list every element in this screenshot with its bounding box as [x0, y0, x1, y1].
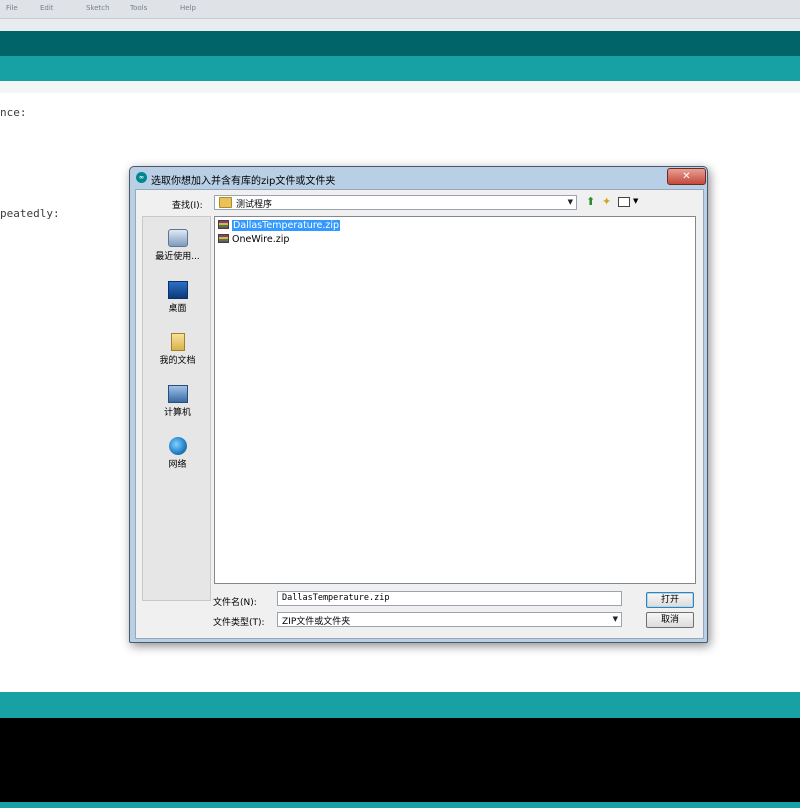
view-menu-icon[interactable]: [618, 197, 630, 207]
computer-icon: [167, 385, 188, 403]
file-name-input[interactable]: DallasTemperature.zip: [277, 591, 622, 606]
place-documents[interactable]: 我的文档: [143, 333, 212, 366]
up-folder-icon[interactable]: ⬆: [586, 195, 595, 209]
zip-file-icon: [218, 220, 229, 229]
place-label: 我的文档: [159, 356, 196, 366]
place-label: 最近使用...: [155, 252, 200, 262]
places-bar: 最近使用... 桌面 我的文档 计算机 网络: [142, 216, 211, 601]
place-recent[interactable]: 最近使用...: [143, 229, 212, 262]
ide-status-bar: [0, 802, 800, 808]
file-name-label: 文件名(N):: [213, 598, 257, 608]
chevron-down-icon: ▼: [567, 198, 573, 206]
new-folder-icon[interactable]: ✦: [602, 195, 611, 209]
network-icon: [168, 437, 187, 455]
file-type-label: 文件类型(T):: [213, 618, 265, 628]
cancel-button[interactable]: 取消: [646, 612, 694, 628]
desktop-icon: [167, 281, 188, 299]
chevron-down-icon: ▼: [612, 615, 618, 623]
place-label: 桌面: [168, 304, 187, 314]
open-button[interactable]: 打开: [646, 592, 694, 608]
menu-tools[interactable]: Tools: [130, 4, 147, 12]
ide-toolbar: [0, 31, 800, 56]
ide-console: [0, 718, 800, 802]
place-network[interactable]: 网络: [143, 437, 212, 470]
documents-icon: [170, 333, 185, 351]
arduino-icon: ∞: [136, 172, 147, 183]
zip-file-icon: [218, 234, 229, 243]
ide-menubar: File Edit Sketch Tools Help: [0, 0, 800, 19]
ide-tab-bar: [0, 56, 800, 81]
place-label: 网络: [168, 460, 187, 470]
list-item[interactable]: DallasTemperature.zip: [217, 219, 342, 232]
open-file-dialog: ∞ 选取你想加入并含有库的zip文件或文件夹 ✕ 查找(I): 测试程序 ▼ ⬆…: [129, 166, 708, 643]
file-list[interactable]: DallasTemperature.zip OneWire.zip: [214, 216, 696, 584]
place-computer[interactable]: 计算机: [143, 385, 212, 418]
menu-help[interactable]: Help: [180, 4, 196, 12]
code-line: nce:: [0, 106, 27, 119]
place-desktop[interactable]: 桌面: [143, 281, 212, 314]
look-in-dropdown[interactable]: 测试程序 ▼: [214, 195, 577, 210]
dialog-titlebar[interactable]: ∞ 选取你想加入并含有库的zip文件或文件夹 ✕: [130, 167, 707, 188]
close-button[interactable]: ✕: [667, 168, 706, 185]
dialog-title: 选取你想加入并含有库的zip文件或文件夹: [151, 176, 336, 187]
recent-places-icon: [167, 229, 188, 247]
ide-message-bar: [0, 692, 800, 718]
ide-toolbar-strip: [0, 19, 800, 31]
file-name: OneWire.zip: [232, 234, 290, 245]
list-item[interactable]: OneWire.zip: [217, 233, 291, 246]
menu-edit[interactable]: Edit: [40, 4, 54, 12]
dialog-body: 查找(I): 测试程序 ▼ ⬆ ✦ ▼ 最近使用... 桌面 我的文档 计算机 …: [135, 189, 704, 639]
code-line: peatedly:: [0, 207, 60, 220]
ide-editor-top: [0, 81, 800, 93]
file-type-value: ZIP文件或文件夹: [282, 617, 351, 627]
file-name: DallasTemperature.zip: [232, 220, 341, 231]
look-in-label: 查找(I):: [172, 201, 203, 211]
place-label: 计算机: [163, 408, 191, 418]
look-in-value: 测试程序: [236, 200, 273, 210]
menu-file[interactable]: File: [6, 4, 18, 12]
file-type-dropdown[interactable]: ZIP文件或文件夹 ▼: [277, 612, 622, 627]
menu-sketch[interactable]: Sketch: [86, 4, 110, 12]
chevron-down-icon[interactable]: ▼: [633, 197, 638, 205]
folder-icon: [219, 197, 232, 208]
